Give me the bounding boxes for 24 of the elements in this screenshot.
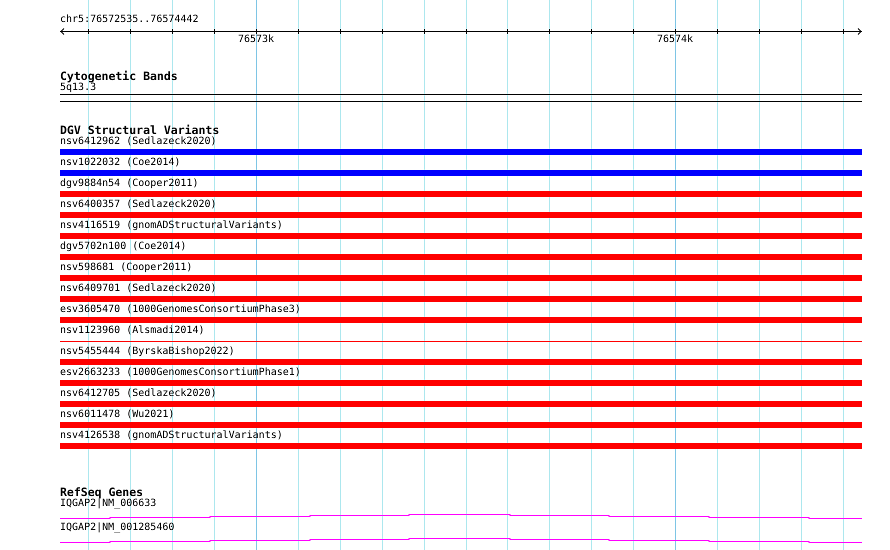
gene-label: IQGAP2|NM_001285460: [60, 522, 176, 534]
variant-label: esv2663233 (1000GenomesConsortiumPhase1): [60, 367, 302, 379]
gene-label: IQGAP2|NM_006633: [60, 498, 158, 510]
variant-label: nsv1123960 (Alsmadi2014): [60, 325, 206, 337]
variant-label: nsv6412705 (Sedlazeck2020): [60, 388, 218, 400]
variant-label: nsv6400357 (Sedlazeck2020): [60, 199, 218, 211]
location-label: chr5:76572535..76574442: [60, 14, 198, 26]
variant-label: dgv9884n54 (Cooper2011): [60, 178, 200, 190]
band-label: 5q13.3: [60, 82, 96, 94]
variant-label: nsv598681 (Cooper2011): [60, 262, 194, 274]
variant-label: nsv6412962 (Sedlazeck2020): [60, 136, 218, 148]
track-title: RefSeq Genes: [60, 486, 144, 498]
scale-label: 76573k: [238, 34, 274, 46]
variant-label: nsv5455444 (ByrskaBishop2022): [60, 346, 236, 358]
scale-label: 76574k: [656, 34, 694, 46]
track-title: Cytogenetic Bands: [60, 70, 179, 82]
variant-label: esv3605470 (1000GenomesConsortiumPhase3): [60, 304, 302, 316]
variant-label: nsv6409701 (Sedlazeck2020): [60, 283, 218, 295]
track-title: DGV Structural Variants: [60, 124, 220, 136]
variant-label: nsv6011478 (Wu2021): [60, 409, 176, 421]
variant-label: nsv4116519 (gnomADStructuralVariants): [60, 220, 284, 232]
variant-label: dgv5702n100 (Coe2014): [60, 241, 188, 253]
variant-label: nsv4126538 (gnomADStructuralVariants): [60, 430, 284, 442]
variant-label: nsv1022032 (Coe2014): [60, 157, 182, 169]
